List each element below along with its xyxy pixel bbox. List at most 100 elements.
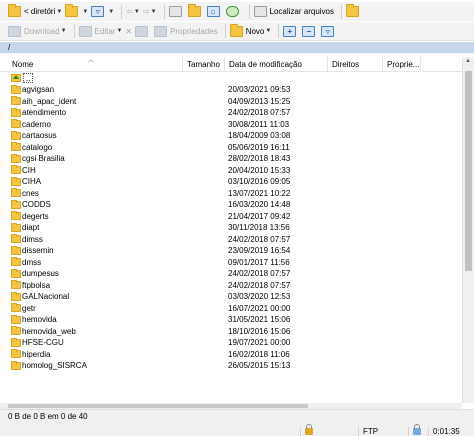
file-modified: 24/02/2018 07:57 bbox=[228, 280, 291, 290]
table-row[interactable]: CIH 20/04/2010 15:33 bbox=[0, 165, 462, 176]
home-directory-button[interactable]: ⌂ bbox=[206, 4, 223, 20]
tree-toggle-button[interactable] bbox=[346, 4, 362, 20]
chevron-down-icon: ▼ bbox=[56, 8, 63, 15]
select-all-button[interactable]: + bbox=[283, 23, 299, 39]
file-name: getr bbox=[22, 303, 36, 313]
table-row[interactable]: ftpbolsa 24/02/2018 07:57 bbox=[0, 280, 462, 291]
path-bar[interactable]: / bbox=[0, 42, 474, 53]
file-modified: 26/05/2015 15:13 bbox=[228, 361, 291, 370]
column-header-rights[interactable]: Direitos bbox=[328, 57, 383, 72]
table-row[interactable]: cgsi Brasilia 28/02/2018 18:43 bbox=[0, 153, 462, 164]
table-row[interactable]: hiperdia 16/02/2018 11:06 bbox=[0, 349, 462, 360]
table-row[interactable]: diapt 30/11/2018 13:56 bbox=[0, 222, 462, 233]
table-row[interactable]: CIHA 03/10/2016 09:05 bbox=[0, 176, 462, 187]
folder-icon bbox=[11, 234, 21, 243]
table-row[interactable]: hemovida_web 18/10/2016 15:06 bbox=[0, 326, 462, 337]
file-name: CIH bbox=[22, 165, 36, 175]
properties-label: Propriedades bbox=[170, 26, 218, 36]
download-label: Download bbox=[24, 26, 60, 36]
table-row[interactable]: catalogo 05/06/2019 16:11 bbox=[0, 142, 462, 153]
edit-button[interactable]: Editar ▼ bbox=[78, 23, 122, 39]
filter-selection-button[interactable]: ▿ bbox=[321, 23, 337, 39]
home-icon: ⌂ bbox=[206, 6, 220, 17]
file-modified: 30/11/2018 13:56 bbox=[228, 223, 290, 232]
file-modified: 30/08/2011 11:03 bbox=[228, 119, 290, 129]
table-row[interactable]: homolog_SISRCA 26/05/2015 15:13 bbox=[0, 360, 462, 371]
table-row[interactable]: cnes 13/07/2021 10:22 bbox=[0, 188, 462, 199]
scroll-up-arrow-icon[interactable]: ▲ bbox=[465, 58, 471, 64]
file-name: cnes bbox=[22, 188, 39, 198]
file-name: aih_apac_ident bbox=[22, 96, 77, 106]
table-row[interactable]: dimss 24/02/2018 07:57 bbox=[0, 234, 462, 245]
deselect-button[interactable]: − bbox=[302, 23, 318, 39]
plus-icon: + bbox=[283, 25, 297, 37]
parent-directory-label: .. bbox=[23, 73, 34, 83]
table-row[interactable]: GALNacional 03/03/2020 12:53 bbox=[0, 291, 462, 302]
folder-icon bbox=[11, 165, 21, 174]
table-row[interactable]: dmss 09/01/2017 11:56 bbox=[0, 257, 462, 268]
column-header-size[interactable]: Tamanho bbox=[183, 57, 225, 72]
back-arrow-icon: ⇦ bbox=[126, 7, 133, 16]
rename-icon bbox=[135, 25, 149, 37]
root-folder-icon bbox=[187, 4, 201, 17]
file-name: dmss bbox=[22, 257, 42, 267]
back-button[interactable]: ⇦ ▼ bbox=[126, 4, 140, 20]
folder-icon bbox=[11, 176, 21, 186]
new-button[interactable]: Novo ▼ bbox=[229, 23, 271, 39]
table-row[interactable]: cartaosus 18/04/2009 03:08 bbox=[0, 130, 462, 141]
delete-button[interactable]: ✕ bbox=[125, 23, 132, 39]
table-row[interactable]: getr 16/07/2021 00:00 bbox=[0, 303, 462, 314]
table-row[interactable]: degerts 21/04/2017 09:42 bbox=[0, 211, 462, 222]
folder-icon bbox=[11, 153, 21, 163]
toolbar-separator bbox=[163, 4, 165, 19]
download-button[interactable]: Download ▼ bbox=[8, 23, 67, 39]
refresh-button[interactable] bbox=[225, 4, 242, 20]
column-header-owner[interactable]: Proprie... bbox=[383, 57, 421, 72]
folder-icon bbox=[11, 303, 21, 312]
table-row[interactable]: caderno 30/08/2011 11:03 bbox=[0, 119, 462, 130]
find-files-button[interactable]: Localizar arquivos bbox=[253, 4, 335, 20]
table-row[interactable]: aih_apac_ident 04/09/2013 15:25 bbox=[0, 96, 462, 107]
properties-button[interactable]: Propriedades bbox=[154, 23, 218, 39]
table-row[interactable]: dumpesus 24/02/2018 07:57 bbox=[0, 268, 462, 279]
file-modified: 18/04/2009 03:08 bbox=[228, 131, 291, 140]
filter-icon: ▿ bbox=[321, 25, 335, 37]
forward-button[interactable]: ⇨ ▼ bbox=[143, 4, 157, 20]
folder-icon bbox=[11, 349, 21, 358]
rename-button[interactable] bbox=[135, 23, 151, 39]
table-row[interactable]: HFSE-CGU 19/07/2021 00:00 bbox=[0, 337, 462, 348]
elapsed-time: 0:01:35 bbox=[428, 427, 474, 436]
vertical-scrollbar[interactable]: ▲ bbox=[462, 57, 474, 403]
file-name: dimss bbox=[22, 234, 43, 244]
horizontal-scrollbar-thumb[interactable] bbox=[8, 404, 308, 408]
file-name: dissemin bbox=[22, 246, 54, 255]
toolbar-main: < diretóri ▼ ▼ ▿ ▼ ⇦ ▼ ⇨ ▼ ⌂ Localizar arq… bbox=[0, 2, 474, 21]
vertical-scrollbar-thumb[interactable] bbox=[465, 71, 472, 271]
parent-directory-button[interactable] bbox=[168, 4, 185, 20]
file-name: agvigsan bbox=[22, 85, 55, 94]
chevron-down-icon: ▼ bbox=[82, 8, 89, 15]
table-row[interactable]: CODDS 16/03/2020 14:48 bbox=[0, 199, 462, 210]
column-header-modified[interactable]: Data de modificação bbox=[225, 57, 328, 72]
find-files-label: Localizar arquivos bbox=[269, 7, 335, 16]
file-name: hemovida bbox=[22, 315, 57, 324]
find-files-icon bbox=[253, 6, 267, 17]
folder-icon bbox=[11, 245, 21, 255]
root-directory-button[interactable] bbox=[187, 4, 204, 20]
file-name: dumpesus bbox=[22, 269, 59, 278]
table-row[interactable]: atendimento 24/02/2018 07:57 bbox=[0, 107, 462, 118]
column-header-name[interactable]: Nome bbox=[8, 57, 183, 72]
file-modified: 24/02/2018 07:57 bbox=[228, 269, 291, 278]
parent-folder-icon bbox=[11, 74, 21, 82]
parent-directory-row[interactable]: .. bbox=[0, 73, 462, 84]
table-row[interactable]: agvigsan 20/03/2021 09:53 bbox=[0, 84, 462, 95]
open-directory-button[interactable]: ▼ bbox=[65, 4, 88, 20]
file-modified: 03/10/2016 09:05 bbox=[228, 177, 291, 186]
filter-button[interactable]: ▿ ▼ bbox=[91, 4, 114, 20]
table-row[interactable]: hemovida 31/05/2021 15:06 bbox=[0, 314, 462, 325]
folder-icon bbox=[11, 107, 21, 117]
file-modified: 19/07/2021 00:00 bbox=[228, 338, 291, 347]
file-modified: 09/01/2017 11:56 bbox=[228, 257, 290, 267]
table-row[interactable]: dissemin 23/09/2019 16:54 bbox=[0, 245, 462, 256]
directory-dropdown[interactable]: < diretóri ▼ bbox=[8, 4, 62, 20]
